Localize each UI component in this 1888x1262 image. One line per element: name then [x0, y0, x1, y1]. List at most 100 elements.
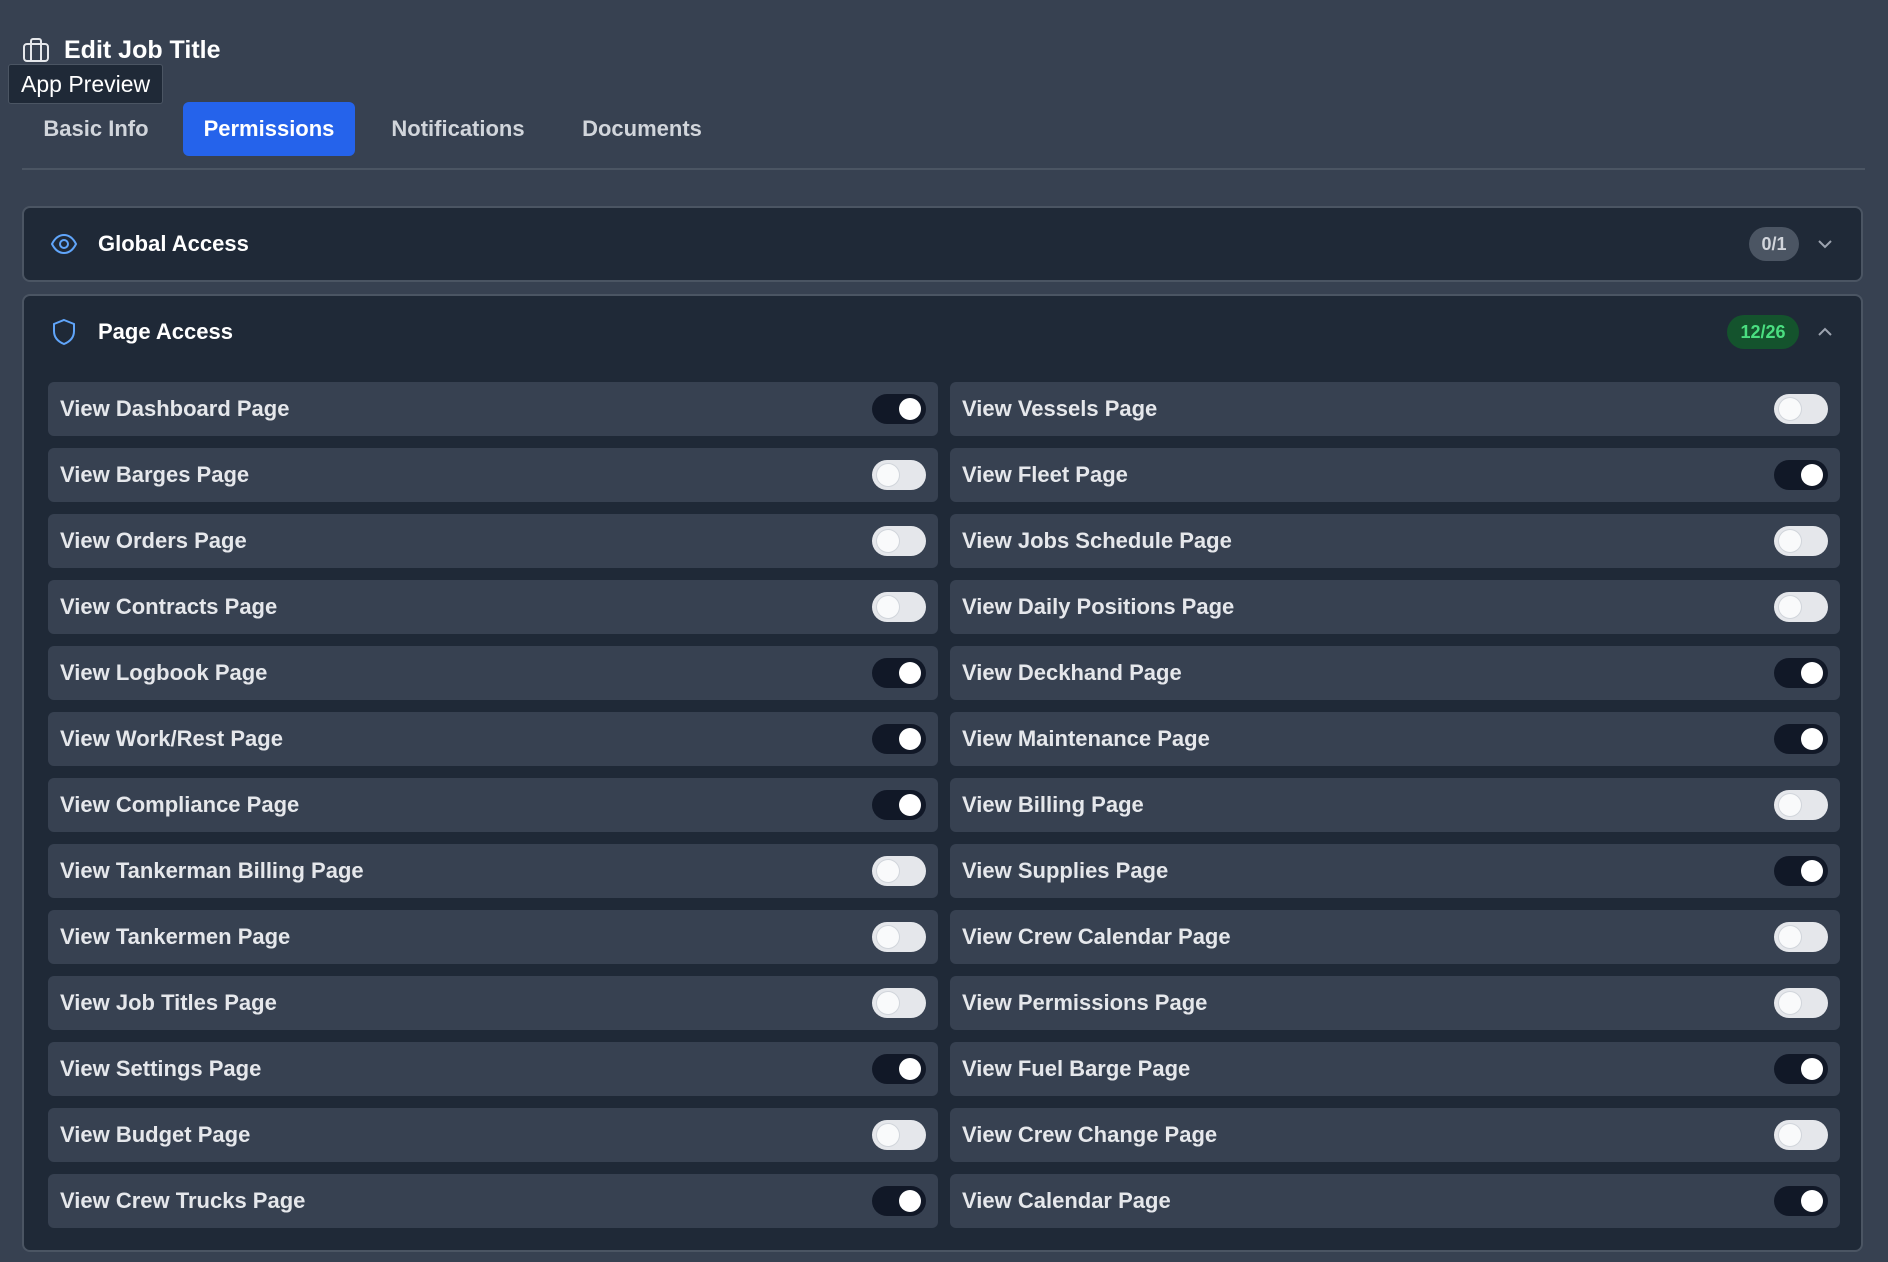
global-access-header[interactable]: Global Access 0/1	[24, 208, 1861, 280]
permission-toggle[interactable]	[872, 922, 926, 952]
permission-label: View Billing Page	[962, 792, 1144, 817]
permission-label: View Fuel Barge Page	[962, 1056, 1191, 1081]
permission-toggle[interactable]	[1774, 790, 1828, 820]
permission-toggle[interactable]	[1774, 724, 1828, 754]
toggle-knob	[1801, 728, 1823, 750]
eye-icon	[50, 230, 78, 258]
permission-toggle[interactable]	[872, 724, 926, 754]
permission-toggle[interactable]	[1774, 922, 1828, 952]
page-header: Edit Job Title	[22, 34, 221, 66]
permission-row: View Contracts Page	[48, 580, 938, 634]
permission-label: View Calendar Page	[962, 1188, 1171, 1213]
permission-label: View Fleet Page	[962, 462, 1128, 487]
permission-label: View Daily Positions Page	[962, 594, 1235, 619]
permission-label: View Jobs Schedule Page	[962, 528, 1232, 553]
permission-toggle[interactable]	[872, 394, 926, 424]
toggle-knob	[1801, 662, 1823, 684]
permission-label: View Permissions Page	[962, 990, 1208, 1015]
toggle-knob	[899, 398, 921, 420]
permission-toggle[interactable]	[1774, 592, 1828, 622]
permission-label: View Crew Trucks Page	[60, 1188, 306, 1213]
toggle-knob	[877, 464, 899, 486]
page-access-count-badge: 12/26	[1727, 315, 1799, 349]
permission-toggle[interactable]	[872, 526, 926, 556]
toggle-knob	[899, 1058, 921, 1080]
permission-toggle[interactable]	[872, 460, 926, 490]
toggle-knob	[1779, 596, 1801, 618]
permission-row: View Settings Page	[48, 1042, 938, 1096]
toggle-knob	[877, 1124, 899, 1146]
permission-row: View Dashboard Page	[48, 382, 938, 436]
toggle-knob	[1801, 1190, 1823, 1212]
permission-label: View Settings Page	[60, 1056, 262, 1081]
permission-label: View Crew Change Page	[962, 1122, 1218, 1147]
permission-toggle[interactable]	[872, 1186, 926, 1216]
tab-notifications[interactable]: Notifications	[368, 102, 548, 156]
permission-toggle[interactable]	[872, 790, 926, 820]
permission-toggle[interactable]	[1774, 394, 1828, 424]
permission-row: View Permissions Page	[950, 976, 1840, 1030]
toggle-knob	[899, 728, 921, 750]
permission-label: View Supplies Page	[962, 858, 1169, 883]
permission-row: View Daily Positions Page	[950, 580, 1840, 634]
permission-row: View Vessels Page	[950, 382, 1840, 436]
permission-toggle[interactable]	[872, 1120, 926, 1150]
permission-label: View Crew Calendar Page	[962, 924, 1231, 949]
permission-label: View Job Titles Page	[60, 990, 277, 1015]
tab-permissions[interactable]: Permissions	[183, 102, 355, 156]
page-access-header[interactable]: Page Access 12/26	[24, 296, 1861, 368]
permission-toggle[interactable]	[1774, 856, 1828, 886]
permission-label: View Tankerman Billing Page	[60, 858, 364, 883]
permission-toggle[interactable]	[1774, 988, 1828, 1018]
toggle-knob	[1801, 1058, 1823, 1080]
permission-label: View Budget Page	[60, 1122, 251, 1147]
permission-toggle[interactable]	[1774, 1054, 1828, 1084]
permission-label: View Vessels Page	[962, 396, 1158, 421]
permission-toggle[interactable]	[872, 988, 926, 1018]
permission-row: View Budget Page	[48, 1108, 938, 1162]
toggle-knob	[1801, 464, 1823, 486]
permission-toggle[interactable]	[1774, 526, 1828, 556]
permission-label: View Dashboard Page	[60, 396, 290, 421]
global-access-title: Global Access	[98, 231, 249, 256]
toggle-knob	[1801, 860, 1823, 882]
chevron-down-icon[interactable]	[1815, 234, 1835, 254]
toggle-knob	[1779, 926, 1801, 948]
permission-row: View Crew Change Page	[950, 1108, 1840, 1162]
permission-toggle[interactable]	[872, 1054, 926, 1084]
page-access-title: Page Access	[98, 319, 233, 344]
permission-toggle[interactable]	[872, 592, 926, 622]
permission-label: View Tankermen Page	[60, 924, 291, 949]
toggle-knob	[1779, 1124, 1801, 1146]
toggle-knob	[1779, 398, 1801, 420]
permission-row: View Deckhand Page	[950, 646, 1840, 700]
toggle-knob	[899, 1190, 921, 1212]
permission-row: View Crew Trucks Page	[48, 1174, 938, 1228]
toggle-knob	[1779, 992, 1801, 1014]
permission-toggle[interactable]	[1774, 1120, 1828, 1150]
permission-label: View Maintenance Page	[962, 726, 1210, 751]
permission-toggle[interactable]	[1774, 1186, 1828, 1216]
permission-label: View Deckhand Page	[962, 660, 1182, 685]
permission-toggle[interactable]	[872, 658, 926, 688]
permission-row: View Maintenance Page	[950, 712, 1840, 766]
permission-label: View Barges Page	[60, 462, 250, 487]
permission-row: View Jobs Schedule Page	[950, 514, 1840, 568]
permission-label: View Compliance Page	[60, 792, 300, 817]
tab-documents[interactable]: Documents	[562, 102, 722, 156]
toggle-knob	[877, 926, 899, 948]
chevron-up-icon[interactable]	[1815, 322, 1835, 342]
shield-icon	[50, 318, 78, 346]
permission-toggle[interactable]	[872, 856, 926, 886]
tab-bar: Basic Info Permissions Notifications Doc…	[22, 102, 1865, 170]
permission-row: View Fleet Page	[950, 448, 1840, 502]
toggle-knob	[899, 794, 921, 816]
permission-row: View Calendar Page	[950, 1174, 1840, 1228]
permission-toggle[interactable]	[1774, 460, 1828, 490]
permission-row: View Barges Page	[48, 448, 938, 502]
permission-toggle[interactable]	[1774, 658, 1828, 688]
permission-row: View Crew Calendar Page	[950, 910, 1840, 964]
toggle-knob	[1779, 794, 1801, 816]
permission-row: View Fuel Barge Page	[950, 1042, 1840, 1096]
tab-basic-info[interactable]: Basic Info	[22, 102, 170, 156]
